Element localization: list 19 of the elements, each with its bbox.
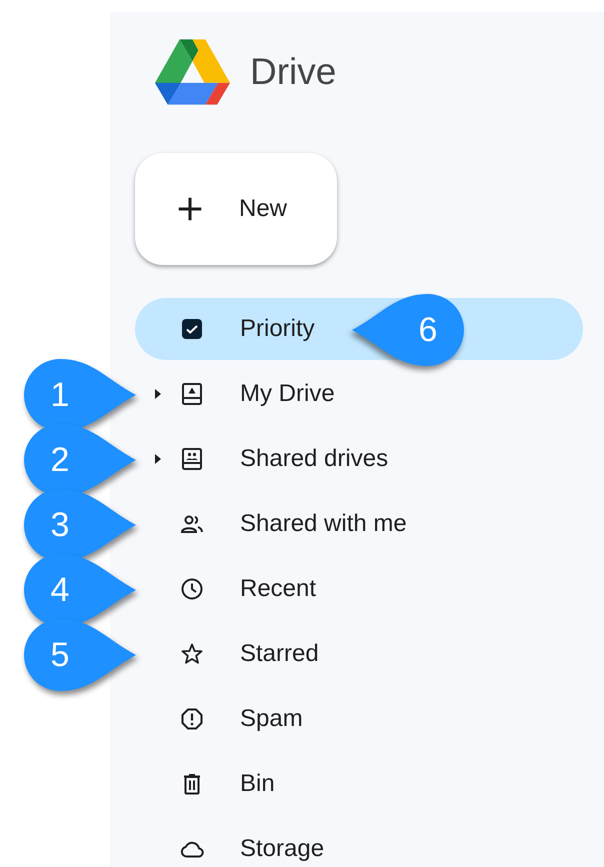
drive-logo-icon (155, 39, 230, 105)
app-name: Drive (250, 51, 336, 93)
nav-item[interactable]: My Drive (135, 363, 583, 425)
caret-icon[interactable] (155, 389, 161, 399)
nav-item[interactable]: Storage (135, 818, 583, 867)
nav-item[interactable]: Recent (135, 558, 583, 620)
checkbox-icon (180, 317, 204, 341)
nav-item[interactable]: Spam (135, 688, 583, 750)
clock-icon (180, 577, 204, 601)
drive-icon (180, 382, 204, 406)
star-icon (180, 642, 204, 666)
nav-item[interactable]: Bin (135, 753, 583, 815)
nav-item[interactable]: Starred (135, 623, 583, 685)
nav-item[interactable]: Shared with me (135, 493, 583, 555)
people-box-icon (180, 447, 204, 471)
caret-icon[interactable] (155, 454, 161, 464)
nav-item[interactable]: Shared drives (135, 428, 583, 490)
new-button[interactable]: New (135, 153, 337, 265)
warning-icon (180, 707, 204, 731)
